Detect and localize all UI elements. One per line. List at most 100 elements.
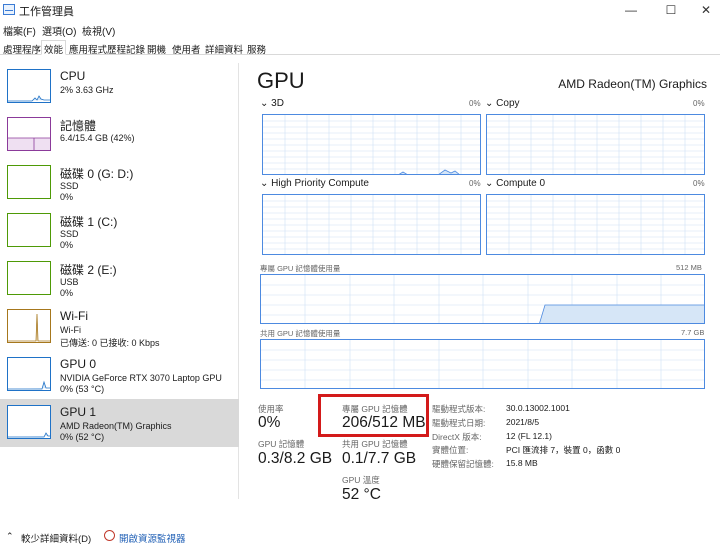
shared-memory-graph-max: 7.7 GB [681, 328, 705, 337]
engine-high-priority-compute-pct: 0% [469, 179, 481, 188]
sidebar-item-label: GPU 1 [60, 405, 97, 419]
sidebar-item-gpu-0[interactable]: GPU 0 NVIDIA GeForce RTX 3070 Laptop GPU… [0, 351, 239, 399]
dedicated-memory-graph-max: 512 MB [676, 263, 702, 272]
graph-grid [261, 340, 704, 388]
minimize-button[interactable]: — [613, 0, 649, 21]
gpu-memory-value: 0.3/8.2 GB [258, 450, 333, 467]
sidebar-item-detail: 2% 3.63 GHz [60, 85, 114, 95]
shared-memory-graph-label: 共用 GPU 記憶體使用量 [260, 329, 341, 338]
window-title: 工作管理員 [19, 6, 74, 18]
sidebar-item-detail: Wi-Fi [60, 325, 81, 335]
graph-grid [487, 195, 704, 254]
shared-memory-graph [260, 339, 705, 389]
utilization-value: 0% [258, 414, 281, 431]
driver-date-value: 2021/8/5 [506, 417, 540, 427]
engine-3d-label[interactable]: ⌄ 3D [260, 98, 284, 109]
chevron-down-icon: ⌄ [485, 98, 494, 109]
engine-high-priority-compute-label[interactable]: ⌄ High Priority Compute [260, 178, 369, 189]
sidebar-item-detail: USB [60, 277, 79, 287]
sidebar-item-usage: 0% (53 °C) [60, 384, 105, 394]
hardware-reserved-memory-key: 硬體保留記憶體: [432, 459, 494, 469]
engine-3d-pct: 0% [469, 99, 481, 108]
sidebar-item-disk-2[interactable]: 磁碟 2 (E:) USB 0% [0, 255, 239, 303]
sidebar-item-detail: NVIDIA GeForce RTX 3070 Laptop GPU [60, 373, 222, 383]
physical-location-key: 實體位置: [432, 445, 469, 455]
disk-2-thumbnail-graph [7, 261, 51, 295]
graph-grid [263, 115, 480, 174]
footer-bar: ⌃ 較少詳細資料(D) 開啟資源監視器 [0, 527, 720, 547]
sidebar-item-wifi[interactable]: Wi-Fi Wi-Fi 已傳送: 0 已接收: 0 Kbps [0, 303, 239, 351]
gpu-temperature-label: GPU 溫度 [342, 475, 380, 485]
dedicated-memory-graph [260, 274, 705, 324]
sidebar-item-usage: 0% [60, 240, 74, 250]
task-manager-app-icon [3, 4, 15, 15]
sidebar-item-usage: 已傳送: 0 已接收: 0 Kbps [60, 338, 160, 348]
engine-compute-0-pct: 0% [693, 179, 705, 188]
menu-view[interactable]: 檢視(V) [82, 23, 115, 38]
disk-0-thumbnail-graph [7, 165, 51, 199]
engine-compute-0-graph [486, 194, 705, 255]
menu-options[interactable]: 選項(O) [42, 23, 76, 38]
chevron-down-icon: ⌄ [260, 98, 269, 109]
gpu-memory-label: GPU 記憶體 [258, 439, 305, 449]
tab-bar: 處理程序 效能 應用程式歷程記錄 開機 使用者 詳細資料 服務 [0, 38, 720, 56]
resource-sidebar: CPU 2% 3.63 GHz 記憶體 6.4/15.4 GB (42%) 磁碟… [0, 63, 239, 499]
title-bar: 工作管理員 — ☐ ✕ [0, 0, 720, 21]
tab-processes[interactable]: 處理程序 [0, 40, 44, 56]
tab-users[interactable]: 使用者 [169, 40, 204, 56]
sidebar-item-gpu-1[interactable]: GPU 1 AMD Radeon(TM) Graphics 0% (52 °C) [0, 399, 239, 447]
sidebar-item-label: Wi-Fi [60, 309, 88, 323]
hardware-reserved-memory-value: 15.8 MB [506, 458, 538, 468]
fewer-details-link[interactable]: 較少詳細資料(D) [21, 531, 91, 545]
engine-3d-graph [262, 114, 481, 175]
gpu-device-name: AMD Radeon(TM) Graphics [558, 77, 707, 91]
shared-memory-value: 0.1/7.7 GB [342, 450, 417, 467]
shared-memory-label: 共用 GPU 記憶體 [342, 439, 408, 449]
engine-copy-label[interactable]: ⌄ Copy [485, 98, 520, 109]
sidebar-item-disk-1[interactable]: 磁碟 1 (C:) SSD 0% [0, 207, 239, 255]
sidebar-item-label: CPU [60, 69, 86, 83]
sidebar-item-label: 磁碟 0 (G: D:) [60, 167, 134, 181]
chevron-down-icon: ⌄ [260, 178, 269, 189]
gpu-1-thumbnail-graph [7, 405, 51, 439]
tab-services[interactable]: 服務 [244, 40, 269, 56]
engine-name: Compute 0 [496, 178, 546, 189]
open-resource-monitor-link[interactable]: 開啟資源監視器 [119, 531, 186, 545]
maximize-button[interactable]: ☐ [653, 0, 689, 21]
resource-monitor-icon [104, 530, 115, 541]
driver-date-key: 驅動程式日期: [432, 418, 486, 428]
gpu-temperature-value: 52 °C [342, 486, 381, 503]
tab-performance[interactable]: 效能 [41, 40, 67, 56]
engine-high-priority-compute-graph [262, 194, 481, 255]
memory-thumbnail-graph [7, 117, 51, 151]
sidebar-item-disk-0[interactable]: 磁碟 0 (G: D:) SSD 0% [0, 159, 239, 207]
engine-copy-pct: 0% [693, 99, 705, 108]
tab-details[interactable]: 詳細資料 [202, 40, 246, 56]
dedicated-memory-graph-label: 專屬 GPU 記憶體使用量 [260, 264, 341, 273]
menu-file[interactable]: 檔案(F) [3, 23, 36, 38]
sidebar-item-label: 磁碟 2 (E:) [60, 263, 117, 277]
chevron-down-icon: ⌄ [485, 178, 494, 189]
highlight-box [318, 394, 429, 437]
gpu-0-thumbnail-graph [7, 357, 51, 391]
disk-1-thumbnail-graph [7, 213, 51, 247]
sidebar-item-usage: 0% [60, 192, 74, 202]
graph-grid [487, 115, 704, 174]
page-title: GPU [257, 68, 305, 93]
chevron-up-icon[interactable]: ⌃ [6, 531, 14, 542]
sidebar-item-label: 磁碟 1 (C:) [60, 215, 118, 229]
menu-bar: 檔案(F) 選項(O) 檢視(V) [0, 21, 720, 38]
sidebar-item-detail: AMD Radeon(TM) Graphics [60, 421, 172, 431]
cpu-thumbnail-graph [7, 69, 51, 103]
close-button[interactable]: ✕ [688, 0, 720, 21]
tab-startup[interactable]: 開機 [144, 40, 169, 56]
physical-location-value: PCI 匯流排 7，裝置 0，函數 0 [506, 445, 621, 455]
tab-app-history[interactable]: 應用程式歷程記錄 [66, 40, 148, 56]
sidebar-item-usage: 0% (52 °C) [60, 432, 105, 442]
sidebar-item-memory[interactable]: 記憶體 6.4/15.4 GB (42%) [0, 111, 239, 159]
sidebar-item-usage: 0% [60, 288, 74, 298]
driver-version-value: 30.0.13002.1001 [506, 403, 570, 413]
sidebar-item-label: GPU 0 [60, 357, 97, 371]
engine-compute-0-label[interactable]: ⌄ Compute 0 [485, 178, 545, 189]
sidebar-item-cpu[interactable]: CPU 2% 3.63 GHz [0, 63, 239, 111]
